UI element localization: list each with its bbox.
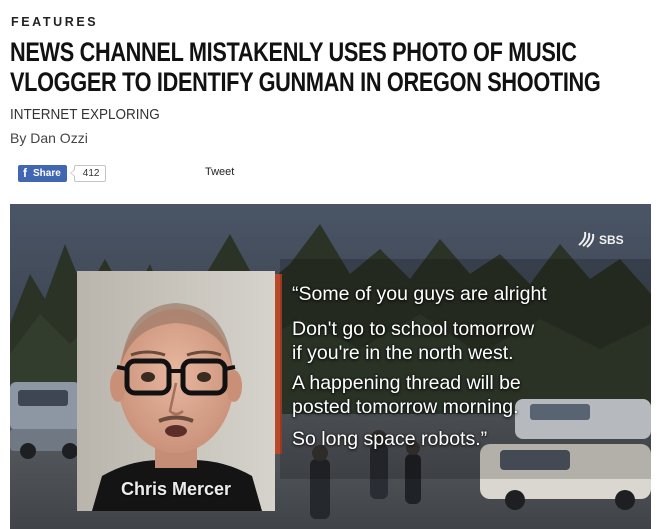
byline: By Dan Ozzi xyxy=(10,130,88,146)
facebook-share-button[interactable]: f Share xyxy=(18,164,67,182)
news-video-frame[interactable]: SBS Chris Mercer “Some of you guys are a… xyxy=(10,204,651,529)
quote-line: posted tomorrow morning. xyxy=(292,396,519,418)
share-count-badge: 412 xyxy=(69,164,107,182)
article-headline: NEWS CHANNEL MISTAKENLY USES PHOTO OF MU… xyxy=(10,37,601,97)
share-bar: f Share 412 xyxy=(18,164,107,182)
headline-line-2: VLOGGER TO IDENTIFY GUNMAN IN OREGON SHO… xyxy=(10,67,601,97)
sbs-logo: SBS xyxy=(576,231,624,249)
facebook-icon: f xyxy=(23,165,27,180)
section-label[interactable]: FEATURES xyxy=(11,15,98,29)
category-link[interactable]: INTERNET EXPLORING xyxy=(10,106,160,123)
quote-overlay: “Some of you guys are alright Don't go t… xyxy=(292,282,642,451)
sbs-logo-icon xyxy=(578,231,595,248)
headline-line-1: NEWS CHANNEL MISTAKENLY USES PHOTO OF MU… xyxy=(10,37,577,67)
caption-name: Chris Mercer xyxy=(120,479,232,499)
quote-line: Don't go to school tomorrow xyxy=(292,318,535,340)
face-photo xyxy=(77,271,275,511)
quote-line: if you're in the north west. xyxy=(292,342,514,364)
facebook-share-label: Share xyxy=(33,167,61,179)
quote-line: So long space robots.” xyxy=(292,428,488,450)
quote-line: “Some of you guys are alright xyxy=(292,283,547,305)
quote-line: A happening thread will be xyxy=(292,372,521,394)
suspect-photo: Chris Mercer xyxy=(77,271,275,511)
tweet-button[interactable]: Tweet xyxy=(205,166,234,178)
sbs-logo-text: SBS xyxy=(599,233,624,247)
